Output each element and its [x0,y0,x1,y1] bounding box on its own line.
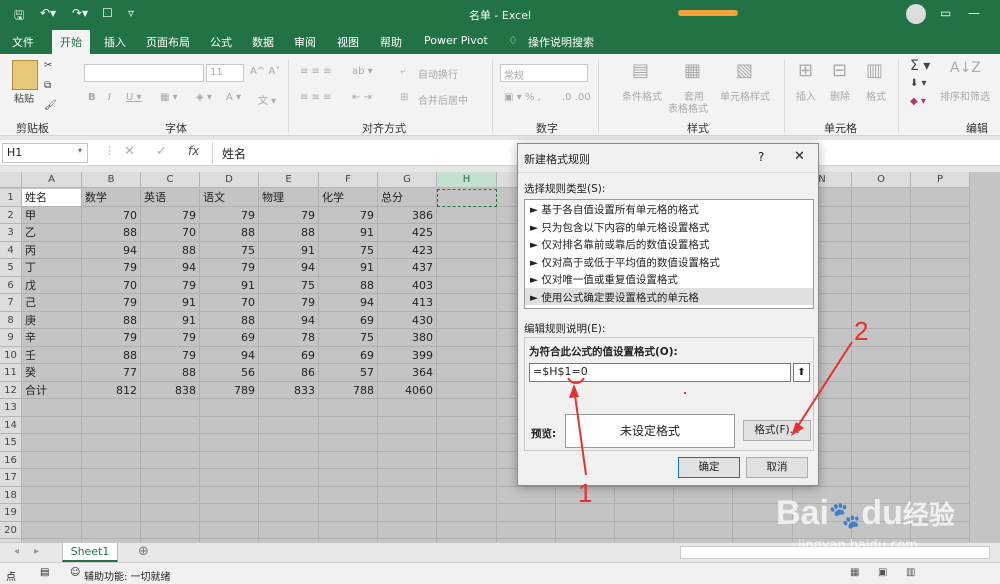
annotation-number-1: 1 [578,478,593,508]
arrow-head-2 [791,422,804,436]
underline-annotation [567,377,585,385]
watermark-url: jingyan.baidu.com [798,538,918,553]
arrow-line-2 [793,341,853,433]
arrow-line-1 [573,387,587,476]
annotation-number-2: 2 [854,316,869,346]
arrow-head-1 [569,384,579,398]
watermark-logo: Bai🐾du经验 [776,494,955,532]
